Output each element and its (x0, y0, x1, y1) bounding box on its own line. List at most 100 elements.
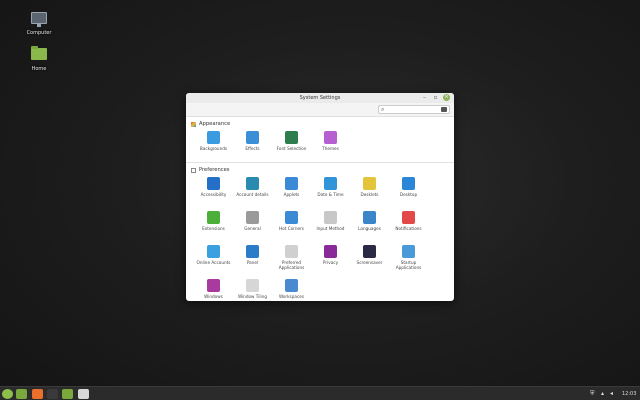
settings-item-label: Languages (358, 226, 381, 231)
settings-item-privacy[interactable]: Privacy (311, 242, 350, 272)
settings-item-windows[interactable]: Windows (194, 276, 233, 301)
panel-icon (246, 245, 259, 258)
accessibility-icon (207, 177, 220, 190)
settings-item-themes[interactable]: Themes (311, 128, 350, 158)
settings-item-label: Screensaver (356, 260, 383, 265)
close-button[interactable]: × (443, 94, 450, 101)
settings-item-label: Applets (283, 192, 300, 197)
section-title: Preferences (199, 167, 230, 173)
settings-item-label: Accessibility (200, 192, 227, 197)
home-folder-icon (30, 46, 48, 64)
cloud-icon (207, 245, 220, 258)
settings-item-clock[interactable]: Date & Time (311, 174, 350, 204)
languages-icon (363, 211, 376, 224)
settings-item-input-method[interactable]: Input Method (311, 208, 350, 238)
appearance-section: Appearance Backgrounds Effects Font Select… (186, 117, 454, 163)
settings-item-label: Date & Time (317, 192, 344, 197)
settings-item-startup[interactable]: Startup Applications (389, 242, 428, 272)
search-input[interactable]: ⌕ (378, 105, 450, 114)
menu-icon[interactable] (2, 389, 13, 399)
firefox-icon[interactable] (32, 389, 43, 399)
taskbar: ⛨ ▴ ◂ 12:03 (0, 386, 640, 400)
settings-item-effects[interactable]: Effects (233, 128, 272, 158)
settings-item-backgrounds[interactable]: Backgrounds (194, 128, 233, 158)
settings-item-extensions[interactable]: Extensions (194, 208, 233, 238)
settings-item-label: Themes (322, 146, 339, 151)
settings-item-workspaces[interactable]: Workspaces (272, 276, 311, 301)
settings-item-account[interactable]: Account details (233, 174, 272, 204)
section-title: Appearance (199, 121, 231, 127)
settings-item-label: Font Selection (276, 146, 307, 151)
files-icon[interactable] (16, 389, 27, 399)
settings-item-label: Desklets (360, 192, 379, 197)
desktop-home[interactable]: Home (19, 46, 59, 72)
settings-item-label: Preferred Applications (278, 260, 305, 270)
desklets-icon (363, 177, 376, 190)
clear-icon[interactable] (441, 107, 447, 112)
input-method-icon (324, 211, 337, 224)
search-icon: ⌕ (381, 106, 385, 113)
settings-item-label: Privacy (322, 260, 339, 265)
notifications-icon (402, 211, 415, 224)
settings-item-applets[interactable]: Applets (272, 174, 311, 204)
backgrounds-icon (207, 131, 220, 144)
effects-icon (246, 131, 259, 144)
settings-item-desklets[interactable]: Desklets (350, 174, 389, 204)
system-settings-window: System Settings – ▫ × ⌕ Appearance Backg… (186, 93, 454, 301)
settings-item-window-tiling[interactable]: Window Tiling (233, 276, 272, 301)
font-icon (285, 131, 298, 144)
general-icon (246, 211, 259, 224)
preferences-icon (191, 167, 196, 173)
settings-window-icon[interactable] (78, 389, 89, 399)
settings-item-label: Extensions (202, 226, 225, 231)
desktop-computer[interactable]: Computer (19, 12, 59, 36)
clock-icon (324, 177, 337, 190)
settings-item-desktop[interactable]: Desktop (389, 174, 428, 204)
window-title: System Settings (299, 95, 341, 101)
settings-item-accessibility[interactable]: Accessibility (194, 174, 233, 204)
settings-item-label: Hot Corners (279, 226, 304, 231)
extensions-icon (207, 211, 220, 224)
window-titlebar[interactable]: System Settings – ▫ × (186, 93, 454, 103)
minimize-button[interactable]: – (421, 94, 428, 101)
shield-icon[interactable]: ⛨ (590, 389, 595, 399)
settings-item-label: Effects (245, 146, 260, 151)
volume-icon[interactable]: ◂ (610, 389, 613, 399)
desktop-icon (402, 177, 415, 190)
desktop-icon-label: Computer (26, 30, 52, 36)
window-tiling-icon (246, 279, 259, 292)
privacy-icon (324, 245, 337, 258)
preferred-apps-icon (285, 245, 298, 258)
startup-icon (402, 245, 415, 258)
settings-item-hot-corners[interactable]: Hot Corners (272, 208, 311, 238)
settings-item-label: Startup Applications (395, 260, 422, 270)
settings-item-general[interactable]: General (233, 208, 272, 238)
settings-item-label: Panel (246, 260, 259, 265)
settings-item-font[interactable]: Font Selection (272, 128, 311, 158)
settings-item-label: Backgrounds (199, 146, 228, 151)
account-icon (246, 177, 259, 190)
applets-icon (285, 177, 298, 190)
appearance-icon (191, 121, 196, 127)
settings-item-panel[interactable]: Panel (233, 242, 272, 272)
settings-item-notifications[interactable]: Notifications (389, 208, 428, 238)
search-row: ⌕ (186, 103, 454, 117)
clock[interactable]: 12:03 (622, 389, 636, 399)
workspaces-icon (285, 279, 298, 292)
windows-icon (207, 279, 220, 292)
terminal-icon[interactable] (47, 389, 58, 399)
settings-item-label: Window Tiling (237, 294, 268, 299)
screensaver-icon (363, 245, 376, 258)
maximize-button[interactable]: ▫ (432, 94, 439, 101)
network-icon[interactable]: ▴ (601, 389, 604, 399)
settings-item-languages[interactable]: Languages (350, 208, 389, 238)
settings-item-label: Input Method (316, 226, 345, 231)
settings-item-preferred-apps[interactable]: Preferred Applications (272, 242, 311, 272)
preferences-section: Preferences Accessibility Account details… (186, 163, 454, 301)
settings-item-screensaver[interactable]: Screensaver (350, 242, 389, 272)
themes-icon (324, 131, 337, 144)
settings-item-cloud[interactable]: Online Accounts (194, 242, 233, 272)
settings-item-label: Online Accounts (196, 260, 231, 265)
folder-icon[interactable] (62, 389, 73, 399)
settings-item-label: Workspaces (278, 294, 305, 299)
